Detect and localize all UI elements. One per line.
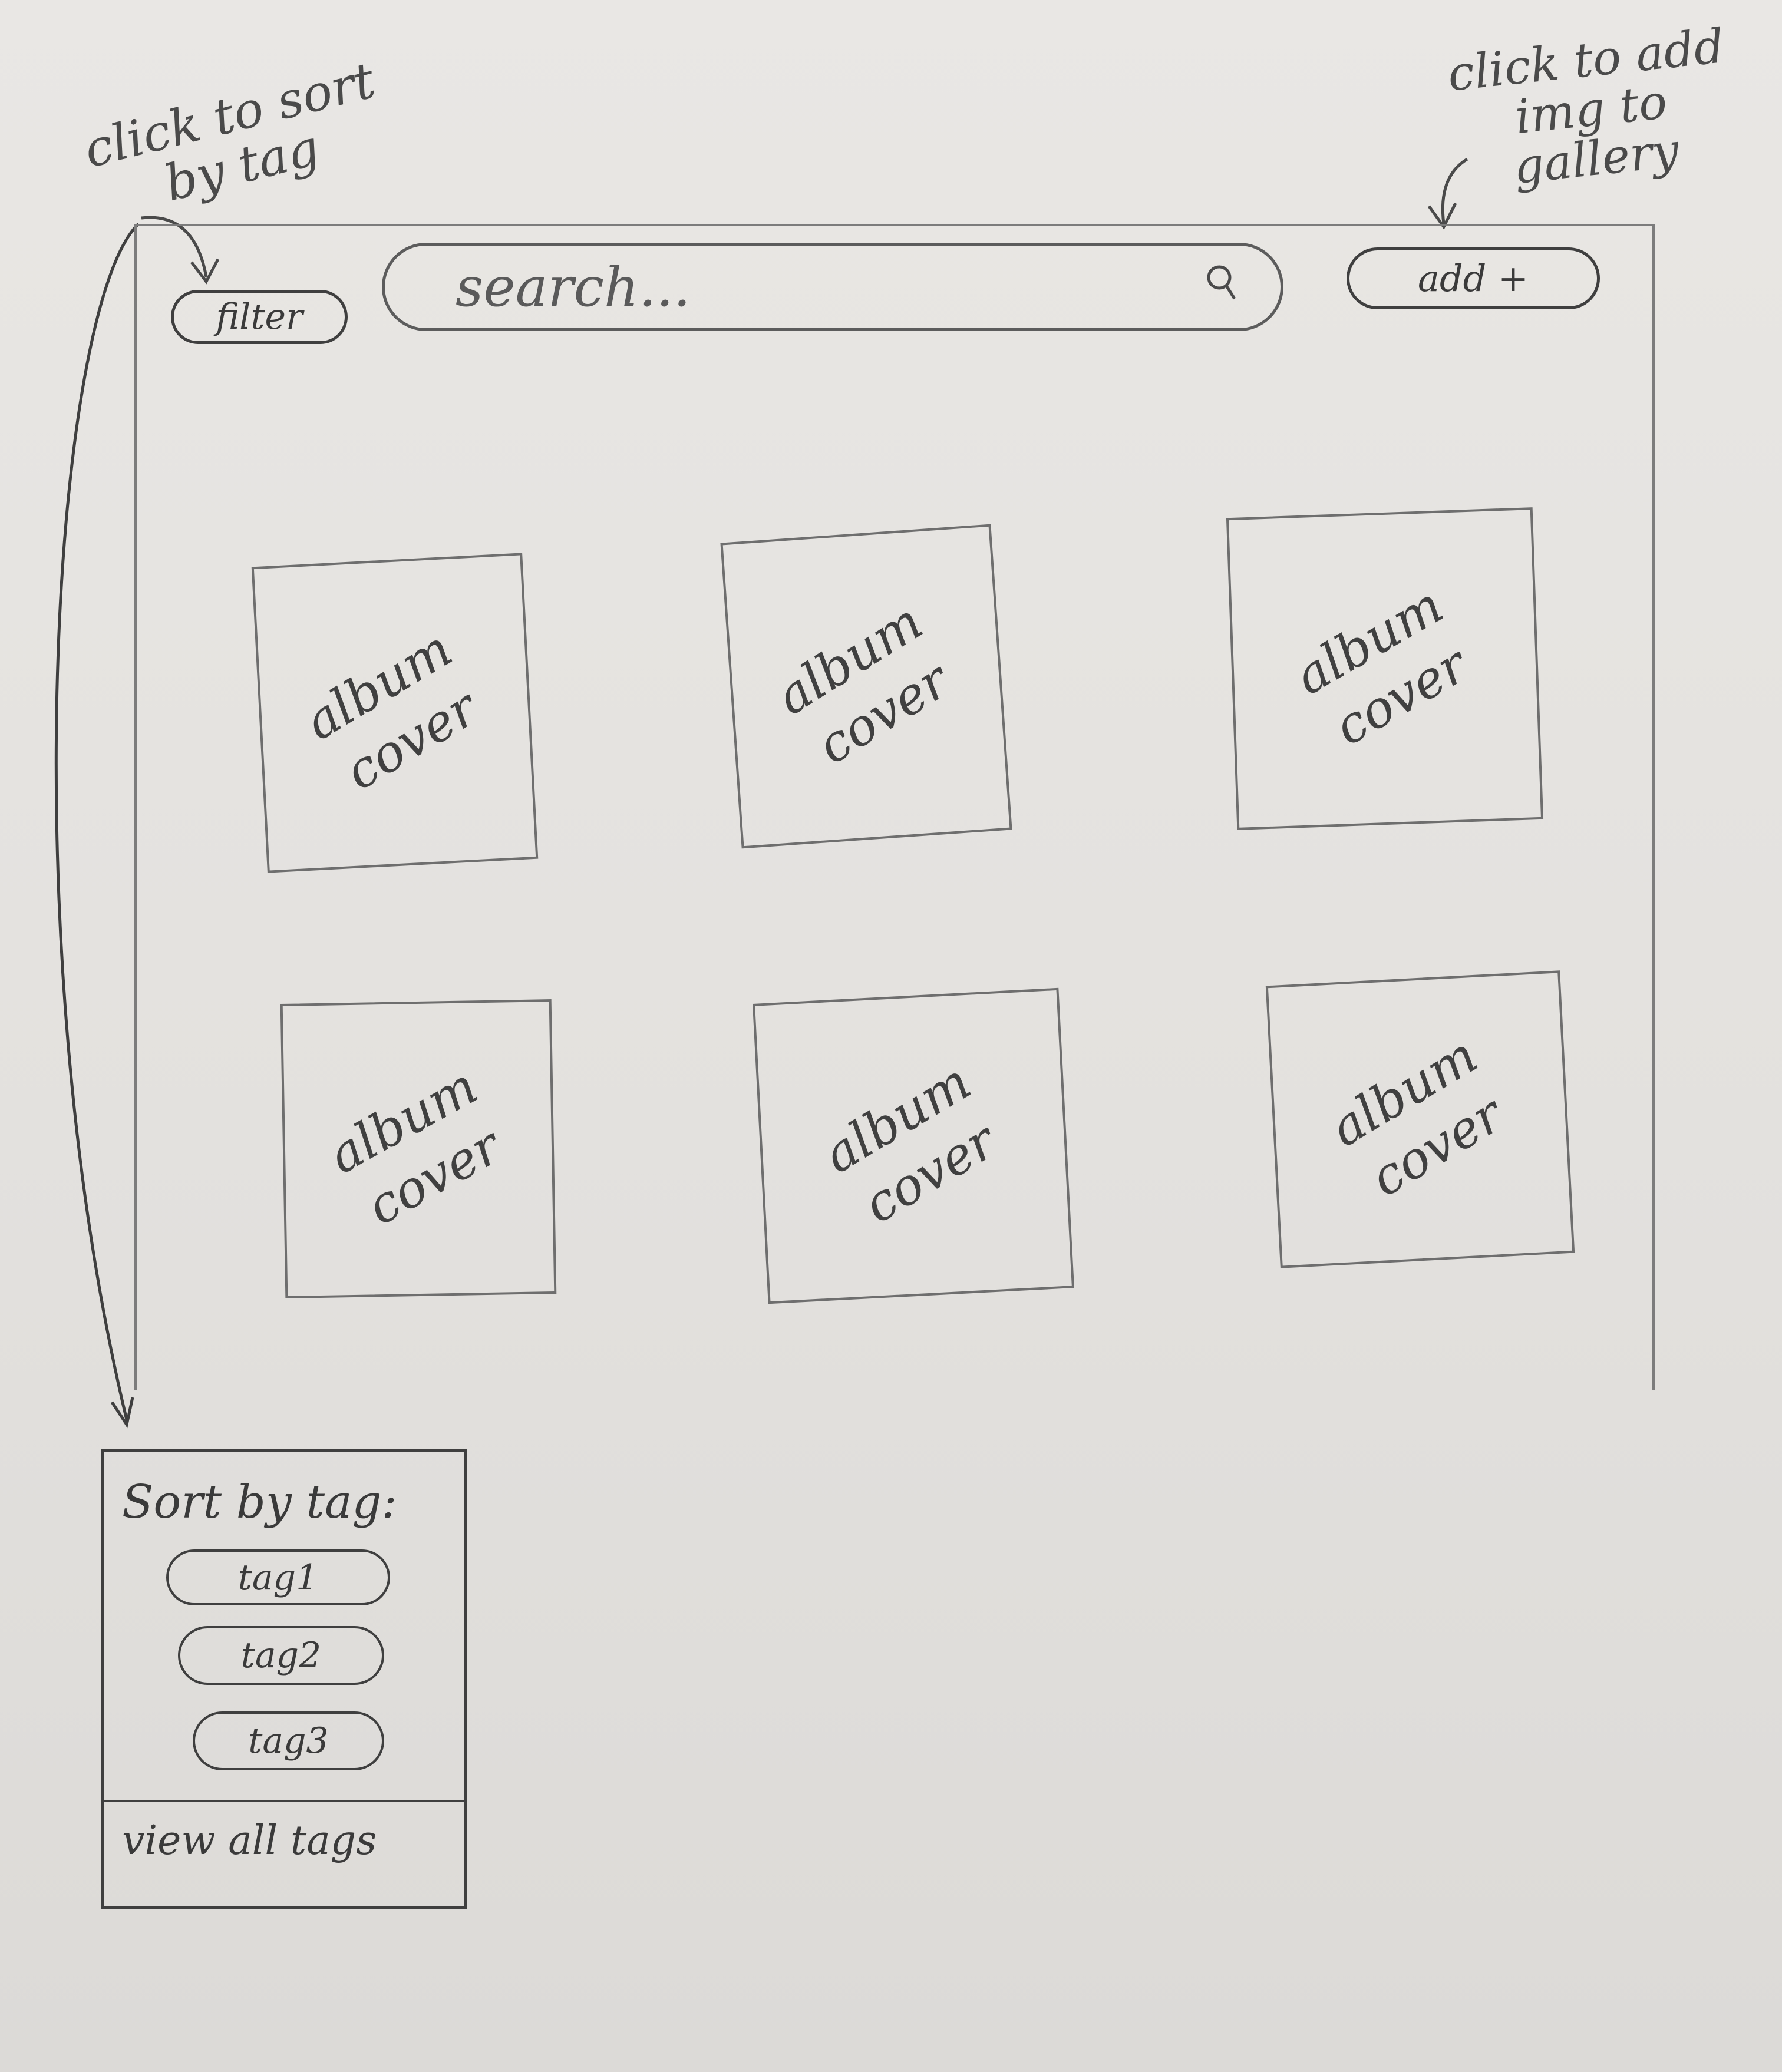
add-button[interactable]: add + (1347, 247, 1600, 309)
album-cover-label: album cover (765, 591, 959, 776)
dropdown-divider (104, 1800, 464, 1802)
dropdown-title: Sort by tag: (122, 1476, 397, 1529)
album-cover-label: album cover (1285, 575, 1477, 757)
search-input[interactable]: search... (382, 243, 1283, 331)
view-all-tags-link[interactable]: view all tags (122, 1817, 452, 1864)
album-cover-tile[interactable]: album cover (280, 999, 557, 1298)
add-arrow (1441, 157, 1468, 224)
tag-button-2[interactable]: tag2 (178, 1626, 384, 1685)
tag-button-3[interactable]: tag3 (193, 1711, 384, 1770)
filter-button[interactable]: filter (171, 290, 348, 344)
album-cover-tile[interactable]: album cover (753, 987, 1074, 1304)
tag-button-1[interactable]: tag1 (166, 1549, 390, 1605)
tag-dropdown: Sort by tag: tag1 tag2 tag3 view all tag… (101, 1449, 467, 1909)
album-cover-tile[interactable]: album cover (1226, 507, 1544, 830)
search-icon[interactable] (1204, 262, 1239, 303)
album-cover-label: album cover (1320, 1025, 1513, 1208)
album-cover-label: album cover (813, 1052, 1006, 1235)
album-cover-label: album cover (295, 619, 487, 802)
album-cover-tile[interactable]: album cover (720, 524, 1012, 849)
album-cover-tile[interactable]: album cover (251, 553, 539, 873)
dropdown-arrow (54, 223, 140, 1420)
search-placeholder: search... (456, 255, 691, 319)
album-cover-tile[interactable]: album cover (1265, 970, 1575, 1268)
album-cover-label: album cover (318, 1056, 510, 1237)
